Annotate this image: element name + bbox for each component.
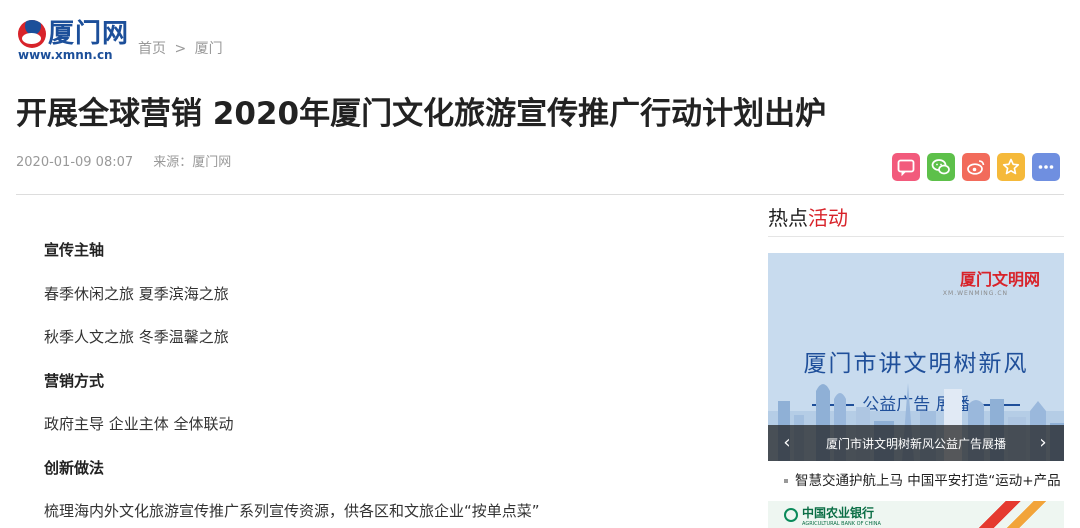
article-paragraph: 春季休闲之旅 夏季滨海之旅 bbox=[44, 284, 229, 303]
breadcrumb-home-link[interactable]: 首页 bbox=[138, 41, 166, 57]
weibo-icon[interactable] bbox=[962, 153, 990, 181]
comment-icon[interactable] bbox=[892, 153, 920, 181]
share-bar bbox=[892, 153, 1060, 181]
breadcrumb-separator: > bbox=[174, 41, 187, 57]
banner-logo: 厦门文明网 bbox=[959, 270, 1040, 289]
article-paragraph: 梳理海内外文化旅游宣传推广系列宣传资源，供各区和文旅企业“按单点菜” bbox=[44, 502, 540, 520]
breadcrumb-current-link[interactable]: 厦门 bbox=[195, 41, 223, 57]
breadcrumb: 首页 > 厦门 bbox=[138, 40, 227, 58]
bank-ad-decoration bbox=[968, 501, 1064, 528]
site-logo[interactable]: 厦门网 www.xmnn.cn bbox=[18, 18, 134, 62]
more-icon[interactable] bbox=[1032, 153, 1060, 181]
article-title: 开展全球营销 2020年厦门文化旅游宣传推广行动计划出炉 bbox=[16, 96, 827, 132]
sidebar-list-item[interactable]: 智慧交通护航上马 中国平安打造“运动+产品 bbox=[784, 472, 1064, 490]
carousel-prev-icon[interactable]: ‹ bbox=[778, 432, 796, 454]
sidebar-heading-plain: 热点 bbox=[768, 206, 808, 230]
bank-name: 中国农业银行 bbox=[802, 506, 875, 520]
logo-text: 厦门网 bbox=[48, 19, 130, 49]
logo-url: www.xmnn.cn bbox=[18, 48, 113, 62]
article-paragraph: 政府主导 企业主体 全体联动 bbox=[44, 415, 234, 433]
sidebar: 热点活动 厦门文明网 XM.WENMING.CN 厦门市讲文明树新风 公益广告 … bbox=[768, 203, 1064, 528]
sidebar-list-item-text: 智慧交通护航上马 中国平安打造“运动+产品 bbox=[795, 473, 1061, 489]
banner-logo-sub: XM.WENMING.CN bbox=[942, 290, 1008, 297]
bank-name-en: AGRICULTURAL BANK OF CHINA bbox=[802, 521, 881, 527]
banner-caption: ‹ 厦门市讲文明树新风公益广告展播 › bbox=[768, 425, 1064, 461]
bank-logo-icon bbox=[784, 508, 798, 522]
article-date: 2020-01-09 08:07 bbox=[16, 155, 134, 170]
sidebar-heading-accent: 活动 bbox=[808, 206, 848, 230]
bank-ad-banner[interactable]: 中国农业银行 AGRICULTURAL BANK OF CHINA bbox=[768, 501, 1064, 528]
article-body: 宣传主轴 春季休闲之旅 夏季滨海之旅 秋季人文之旅 冬季温馨之旅 营销方式 政府… bbox=[44, 240, 724, 528]
favorite-star-icon[interactable] bbox=[997, 153, 1025, 181]
article-source: 来源：厦门网 bbox=[153, 155, 232, 170]
sidebar-heading: 热点活动 bbox=[768, 203, 1064, 237]
banner-caption-text[interactable]: 厦门市讲文明树新风公益广告展播 bbox=[826, 435, 1006, 452]
carousel-next-icon[interactable]: › bbox=[1034, 432, 1052, 454]
article-paragraph: 秋季人文之旅 冬季温馨之旅 bbox=[44, 328, 229, 346]
bullet-icon bbox=[784, 479, 788, 483]
carousel-banner[interactable]: 厦门文明网 XM.WENMING.CN 厦门市讲文明树新风 公益广告 展播 ‹ … bbox=[768, 253, 1064, 461]
wechat-icon[interactable] bbox=[927, 153, 955, 181]
logo-emblem-icon bbox=[18, 20, 46, 48]
article-meta: 2020-01-09 08:07 来源：厦门网 bbox=[16, 155, 231, 171]
article-heading: 创新做法 bbox=[44, 458, 105, 477]
header-divider bbox=[16, 194, 1064, 195]
article-heading: 营销方式 bbox=[44, 371, 105, 390]
article-heading: 宣传主轴 bbox=[44, 241, 105, 259]
